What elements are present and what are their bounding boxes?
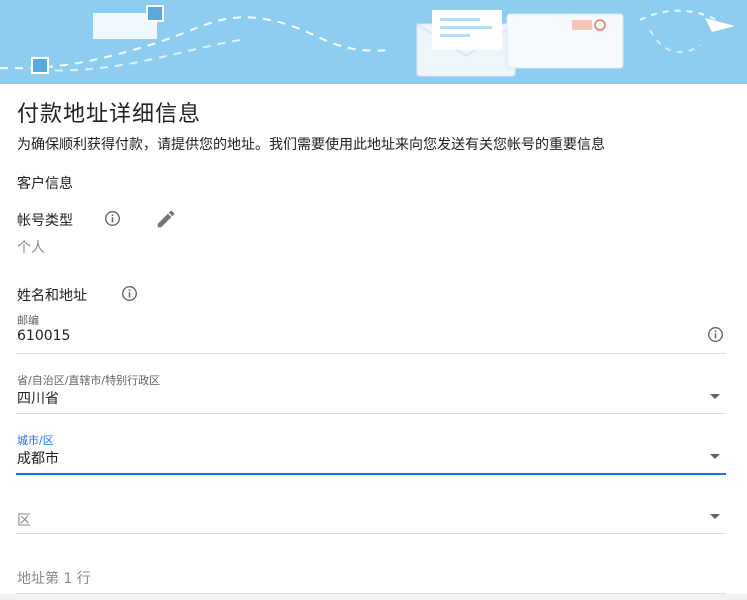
province-value[interactable]: 四川省 xyxy=(17,388,59,408)
caret-down-icon[interactable] xyxy=(710,394,720,399)
account-type-value: 个人 xyxy=(17,240,45,256)
name-address-heading: 姓名和地址 xyxy=(17,288,87,304)
envelope-illustration xyxy=(0,5,735,77)
field-underline xyxy=(16,353,726,354)
province-select[interactable]: 省/自治区/直辖市/特别行政区 四川省 xyxy=(16,372,726,414)
pencil-icon[interactable] xyxy=(155,208,177,230)
info-icon[interactable] xyxy=(707,326,724,343)
bottom-edge xyxy=(0,594,747,600)
account-type-label: 帐号类型 xyxy=(17,213,73,229)
page-title: 付款地址详细信息 xyxy=(17,102,202,127)
city-value[interactable]: 成都市 xyxy=(17,448,59,468)
address-line1-placeholder[interactable]: 地址第 1 行 xyxy=(17,568,91,588)
info-icon[interactable] xyxy=(121,285,138,302)
field-underline xyxy=(16,473,726,475)
postal-code-label: 邮编 xyxy=(17,314,39,327)
customer-info-heading: 客户信息 xyxy=(17,176,73,192)
postal-code-field[interactable]: 邮编 610015 xyxy=(16,312,726,354)
province-label: 省/自治区/直辖市/特别行政区 xyxy=(17,374,161,387)
header-banner xyxy=(0,0,747,84)
city-select[interactable]: 城市/区 成都市 xyxy=(16,432,726,475)
field-underline xyxy=(16,413,726,414)
field-underline xyxy=(16,533,726,534)
page-description: 为确保顺利获得付款，请提供您的地址。我们需要使用此地址来向您发送有关您帐号的重要… xyxy=(17,137,605,153)
city-label: 城市/区 xyxy=(17,434,54,447)
info-icon[interactable] xyxy=(104,210,121,227)
postal-code-value[interactable]: 610015 xyxy=(17,328,70,344)
caret-down-icon[interactable] xyxy=(710,514,720,519)
address-line1-input[interactable]: 地址第 1 行 xyxy=(16,552,726,594)
district-select[interactable]: 区 xyxy=(16,492,726,534)
caret-down-icon[interactable] xyxy=(710,454,720,459)
district-placeholder[interactable]: 区 xyxy=(17,510,31,530)
